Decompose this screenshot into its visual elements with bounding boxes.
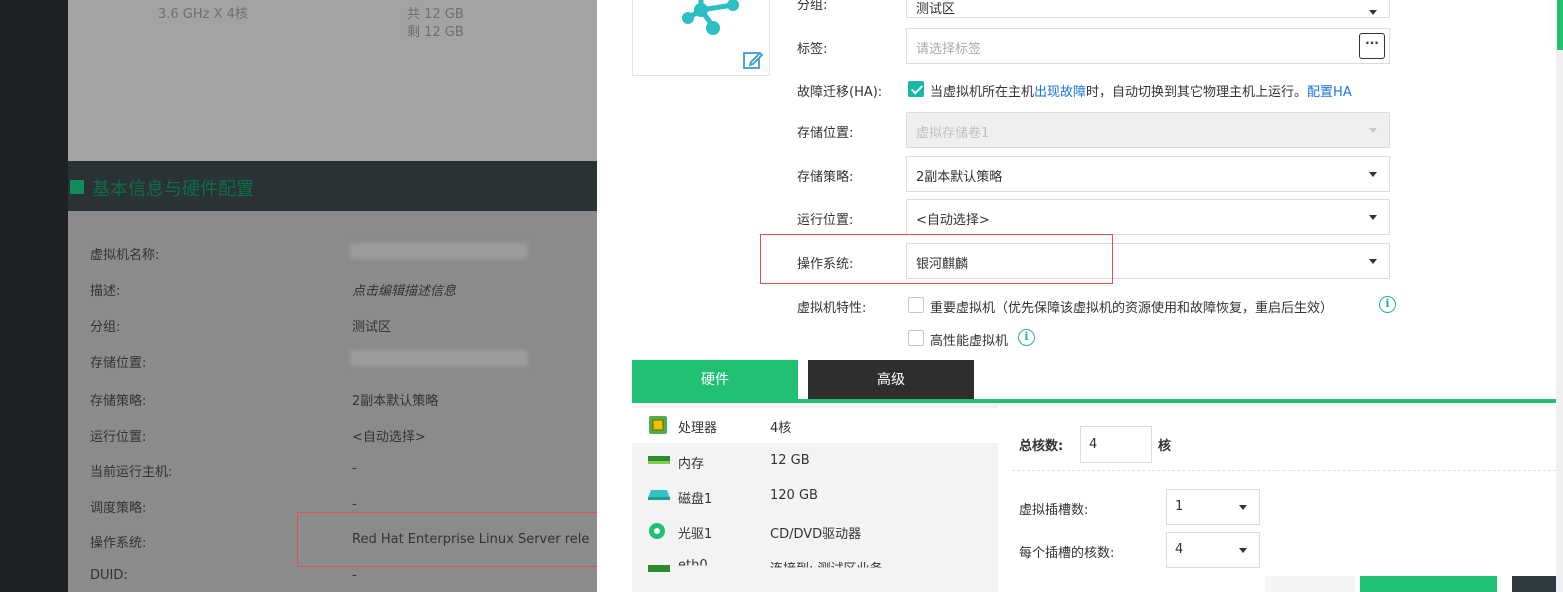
tag-placeholder: 请选择标签 [916,42,982,57]
storage-location-redacted [350,350,528,366]
hardware-value: 120 GB [770,488,818,503]
ha-label: 故障迁移(HA): [797,85,883,100]
tab-hardware[interactable]: 硬件 [632,360,798,401]
info-label-vm-name: 虚拟机名称: [90,248,160,263]
ha-text-2: 时，自动切换到其它物理主机上运行。 [1086,85,1308,100]
highlight-box-os [760,234,1113,284]
chevron-down-icon [1369,215,1377,220]
important-vm-text: 重要虚拟机（优先保障该虚拟机的资源使用和故障恢复，重启后生效） [930,301,1334,316]
ha-checkbox[interactable] [908,81,924,97]
hardware-value: CD/DVD驱动器 [770,527,862,542]
run-location-label: 运行位置: [797,213,854,228]
description-edit-link[interactable]: 点击编辑描述信息 [352,280,456,299]
chevron-down-icon [1239,548,1247,553]
section-marker [70,180,84,194]
group-select[interactable]: 测试区 [906,0,1390,18]
info-icon[interactable]: i [1018,329,1035,346]
cores-per-socket-label: 每个插槽的核数: [1019,546,1115,561]
hardware-row-network[interactable] [632,548,998,592]
info-icon[interactable]: i [1379,296,1396,313]
resource-summary-card [68,0,597,161]
memory-free: 剩 12 GB [407,25,464,40]
sockets-select[interactable]: 1 [1166,489,1260,525]
tag-select[interactable]: 请选择标签 ··· [906,28,1390,64]
chevron-down-icon [1369,172,1377,177]
storage-location-value: 虚拟存储卷1 [916,126,990,141]
total-cores-unit: 核 [1158,439,1172,454]
info-label-group: 分组: [90,320,121,335]
hardware-name: 处理器 [678,421,718,436]
divider [1012,470,1556,471]
storage-policy-label: 存储策略: [797,170,854,185]
info-label-storage-location: 存储位置: [90,356,147,371]
ha-fault-link[interactable]: 出现故障 [1034,85,1086,100]
info-value-current-host: - [352,461,357,476]
info-label-run-location: 运行位置: [90,430,147,445]
ha-description: 当虚拟机所在主机出现故障时，自动切换到其它物理主机上运行。配置HA [930,81,1352,100]
chevron-down-icon [1239,505,1247,510]
info-value-group: 测试区 [352,320,392,335]
chevron-down-icon [1369,128,1377,133]
cpu-icon [649,416,667,434]
info-label-duid: DUID: [90,568,128,583]
scrollbar-track[interactable] [1556,0,1563,592]
more-options-button[interactable]: ··· [1359,33,1385,59]
info-label-description: 描述: [90,284,121,299]
tag-label: 标签: [797,42,828,57]
left-sidebar-strip [0,0,68,592]
total-cores-label: 总核数: [1019,439,1064,454]
highlight-box-left-os [297,512,623,567]
memory-icon [648,456,670,464]
high-performance-checkbox[interactable] [908,330,924,346]
info-value-duid: - [352,568,357,583]
footer-button-partial[interactable] [1265,576,1355,592]
info-label-scheduling: 调度策略: [90,501,147,516]
total-cores-input[interactable]: 4 [1080,426,1152,463]
group-label: 分组: [797,0,828,13]
cores-per-socket-select[interactable]: 4 [1166,532,1260,568]
hardware-name: 光驱1 [678,527,713,542]
info-label-storage-policy: 存储策略: [90,394,147,409]
scrollbar-thumb[interactable] [1557,0,1563,50]
footer-dark-button-partial[interactable] [1512,576,1556,592]
cpu-spec: 3.6 GHz X 4核 [158,7,248,22]
configure-ha-link[interactable]: 配置HA [1307,85,1352,100]
sockets-label: 虚拟插槽数: [1019,503,1089,518]
info-value-scheduling: - [352,497,357,512]
info-value-run-location: <自动选择> [352,430,426,445]
cores-per-socket-value: 4 [1175,542,1184,557]
run-location-select[interactable]: <自动选择> [906,199,1390,235]
section-title: 基本信息与硬件配置 [92,179,254,200]
network-icon [648,565,670,572]
cdrom-icon [649,523,665,539]
edit-icon[interactable] [742,49,764,71]
storage-location-label: 存储位置: [797,126,854,141]
chevron-down-icon [1369,10,1377,15]
run-location-value: <自动选择> [916,213,990,228]
storage-policy-value: 2副本默认策略 [916,170,1003,185]
storage-location-select: 虚拟存储卷1 [906,112,1390,148]
high-performance-text: 高性能虚拟机 [930,334,1009,349]
features-label: 虚拟机特性: [797,301,867,316]
info-label-current-host: 当前运行主机: [90,465,173,480]
chevron-down-icon [1369,259,1377,264]
hardware-name: 内存 [678,457,705,472]
group-select-value: 测试区 [916,2,956,17]
sockets-value: 1 [1175,499,1184,514]
hardware-name: 磁盘1 [678,492,713,507]
footer-primary-button-partial[interactable] [1360,576,1497,592]
info-label-os: 操作系统: [90,536,147,551]
memory-total: 共 12 GB [407,7,464,22]
info-value-storage-policy: 2副本默认策略 [352,394,439,409]
important-vm-checkbox[interactable] [908,297,924,313]
disk-icon [648,490,670,500]
hardware-value: 4核 [770,421,792,436]
ha-text-1: 当虚拟机所在主机 [930,85,1035,100]
hardware-value: 12 GB [770,453,810,468]
vm-name-redacted [350,243,528,259]
storage-policy-select[interactable]: 2副本默认策略 [906,156,1390,192]
tab-advanced[interactable]: 高级 [808,360,974,401]
